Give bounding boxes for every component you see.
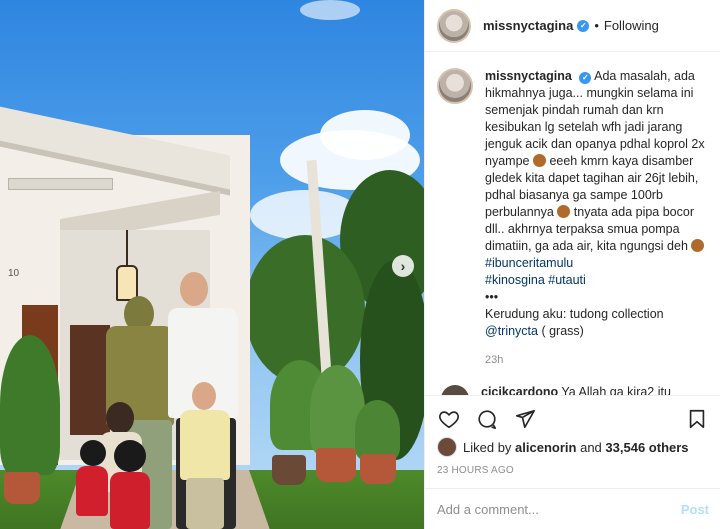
cloud — [320, 110, 410, 160]
share-button[interactable] — [513, 407, 537, 431]
caption-credit-tail: ( grass) — [537, 324, 584, 338]
avatar[interactable] — [441, 385, 469, 395]
rain-pipe — [8, 178, 113, 190]
add-comment-bar: Post — [425, 488, 720, 529]
comment-bubble-icon — [478, 409, 497, 429]
likes-prefix: Liked by — [463, 439, 512, 455]
cloud — [300, 0, 360, 20]
like-button[interactable] — [437, 407, 461, 431]
comment-text-line: cicikcardono Ya Allah ga kira2 itu — [481, 385, 671, 395]
potted-plant — [0, 335, 60, 475]
caption-username[interactable]: missnyctagina — [485, 69, 572, 83]
hashtag-link[interactable]: #utauti — [548, 273, 586, 287]
likes-middle: and — [580, 439, 602, 455]
header-username[interactable]: missnyctagina — [483, 18, 573, 33]
save-button[interactable] — [685, 407, 709, 431]
comment-input[interactable] — [437, 501, 681, 517]
house-number: 10 — [8, 268, 20, 279]
plant-pot — [360, 454, 396, 484]
see-no-evil-monkey-emoji-icon — [691, 239, 705, 252]
caption-timestamp[interactable]: 23h — [485, 352, 707, 369]
caption-ellipsis: ••• — [485, 290, 499, 304]
hashtag-link[interactable]: #ibunceritamulu — [485, 256, 573, 270]
instagram-post-modal: 10 › missnyctagina ✓ • Following missnyc… — [0, 0, 720, 529]
next-photo-button[interactable]: › — [392, 255, 414, 277]
lamp-cord — [126, 230, 128, 266]
see-no-evil-monkey-emoji-icon — [557, 205, 571, 218]
comment-item: cicikcardono Ya Allah ga kira2 itu — [437, 385, 709, 395]
avatar[interactable] — [437, 68, 473, 104]
verified-badge-icon: ✓ — [579, 71, 592, 84]
likes-count[interactable]: 33,546 others — [605, 440, 688, 455]
avatar[interactable] — [437, 8, 471, 43]
paper-plane-icon — [515, 409, 535, 428]
post-sidebar: missnyctagina ✓ • Following missnyctagin… — [424, 0, 720, 529]
comment-text: Ya Allah ga kira2 itu — [561, 385, 671, 395]
caption-body: missnyctagina ✓ Ada masalah, ada hikmahn… — [485, 68, 707, 369]
liked-by-user[interactable]: alicenorin — [515, 440, 576, 455]
header-separator: • — [594, 18, 599, 33]
house-window — [70, 325, 110, 435]
heart-icon — [439, 410, 459, 428]
verified-badge-icon: ✓ — [577, 19, 590, 32]
potted-plant — [355, 400, 400, 460]
likes-line: Liked by alicenorin and 33,546 others — [437, 437, 689, 457]
mention-link[interactable]: @trinycta — [485, 324, 538, 338]
avatar[interactable] — [437, 437, 457, 457]
post-comment-button[interactable]: Post — [681, 502, 709, 517]
post-photo[interactable]: 10 › — [0, 0, 424, 529]
see-no-evil-monkey-emoji-icon — [532, 154, 546, 167]
action-bar — [425, 395, 720, 441]
plant-pot — [316, 448, 356, 482]
following-button[interactable]: Following — [604, 18, 659, 33]
hashtag-link[interactable]: #kinosgina — [485, 273, 545, 287]
plant-pot — [4, 472, 40, 504]
comment-button[interactable] — [475, 407, 499, 431]
post-timestamp[interactable]: 23 HOURS AGO — [437, 465, 514, 476]
bookmark-icon — [689, 409, 705, 428]
caption: missnyctagina ✓ Ada masalah, ada hikmahn… — [437, 68, 709, 369]
plant-pot — [272, 455, 306, 485]
comment-username[interactable]: cicikcardono — [481, 385, 558, 395]
post-header: missnyctagina ✓ • Following — [425, 0, 720, 52]
comments-list[interactable]: missnyctagina ✓ Ada masalah, ada hikmahn… — [425, 52, 720, 395]
caption-credit: Kerudung aku: tudong collection — [485, 307, 664, 321]
chevron-right-icon: › — [400, 258, 406, 274]
